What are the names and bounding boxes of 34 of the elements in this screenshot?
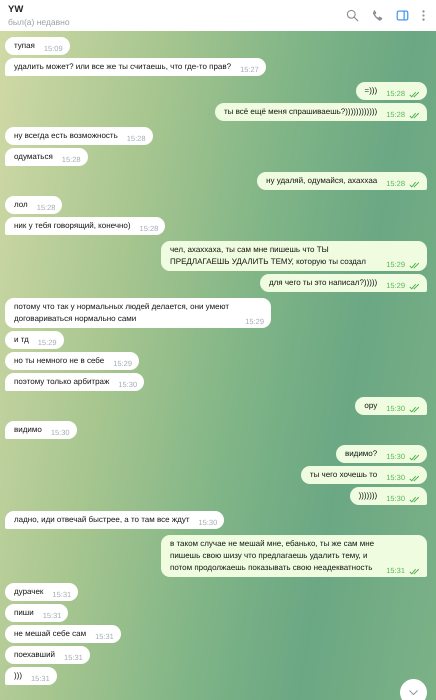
message-text: лол — [14, 199, 28, 211]
message-text: поехавший — [14, 649, 56, 661]
message-text: ник у тебя говорящий, конечно) — [14, 220, 131, 232]
message-text: ))) — [14, 670, 22, 682]
last-seen-status: был(а) недавно — [8, 17, 70, 27]
sidebar-toggle-icon[interactable] — [396, 9, 409, 22]
search-icon[interactable] — [346, 9, 359, 22]
message-text: но ты немного не в себе — [14, 355, 104, 367]
message-text: ну удаляй, одумайся, ахаххаа — [266, 175, 378, 187]
message-text: ))))))) — [358, 490, 378, 502]
message-text: ты всё ещё меня спрашиваешь?)))))))))))) — [224, 106, 378, 118]
message-text: в таком случае не мешай мне, ебанько, ты же сам мне пишешь свою шизу что предлагаешь удалить тему, и потом продолжаешь показывать свою неадекватность — [170, 538, 376, 574]
message-text: видимо? — [344, 448, 378, 460]
message-text: чел, ахаххаха, ты сам мне пишешь что ТЫ ПРЕДЛАГАЕШЬ УДАЛИТЬ ТЕМУ, которую ты создал — [170, 244, 367, 268]
message-text: одуматься — [14, 151, 53, 163]
message-text: пиши — [14, 607, 34, 619]
message-text: для чего ты это написал?))))) — [268, 277, 378, 289]
more-options-icon[interactable] — [421, 9, 426, 22]
message-text: ты чего хочешь то — [310, 469, 378, 481]
message-text: тупая — [14, 40, 35, 52]
message-text: удалить может? или все же ты считаешь, что где-то прав? — [14, 61, 232, 73]
message-text: =))) — [364, 85, 378, 97]
message-text: поэтому только арбитраж — [14, 376, 110, 388]
message-text: ладно, иди отвечай быстрее, а то там все ждут — [14, 514, 190, 526]
phone-icon[interactable] — [371, 9, 384, 22]
message-text: и тд — [14, 334, 29, 346]
chat-title[interactable]: YW — [8, 4, 70, 15]
message-text: видимо — [14, 424, 42, 436]
message-text: потому что так у нормальных людей делается, они умеют договариваться нормально сами — [14, 301, 230, 325]
message-text: дурачек — [14, 586, 44, 598]
message-text: не мешай себе сам — [14, 628, 86, 640]
message-text: ну всегда есть возможность — [14, 130, 118, 142]
message-text: ору — [364, 400, 378, 412]
chevron-down-icon — [408, 689, 419, 696]
